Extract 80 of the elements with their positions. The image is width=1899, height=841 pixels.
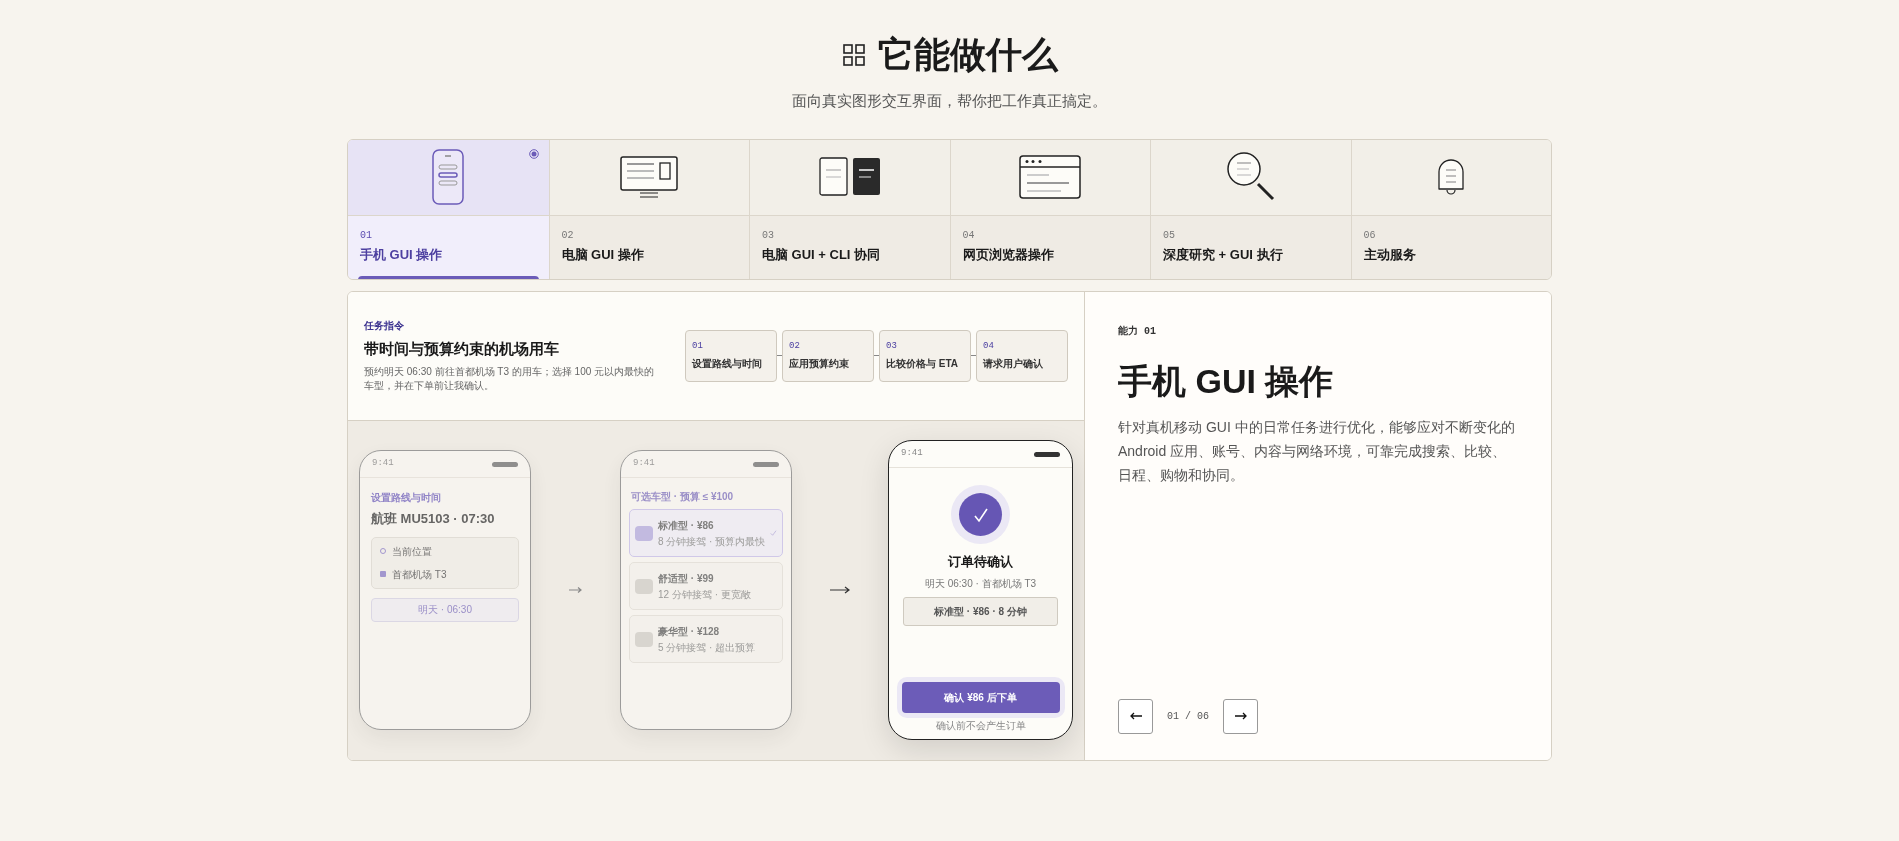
status-pill [1034, 451, 1060, 457]
tab-number: 02 [561, 228, 575, 243]
time-chip: 明天 · 06:30 [371, 597, 519, 622]
car-thumbnail [635, 578, 653, 594]
capability-tab[interactable]: 01 手机 GUI 操作 [348, 139, 549, 279]
tab-label: 电脑 GUI + CLI 协同 [762, 245, 882, 264]
tab-number: 06 [1363, 228, 1377, 243]
stop-label: 当前位置 [392, 544, 432, 559]
status-time: 9:41 [372, 457, 394, 471]
stop-label: 首都机场 T3 [392, 567, 447, 582]
task-eyebrow: 任务指令 [364, 318, 405, 333]
tab-label: 主动服务 [1363, 245, 1417, 264]
destination-square-icon [380, 571, 386, 577]
check-icon [770, 529, 777, 537]
magnifier-icon [1226, 152, 1275, 202]
tab-number: 01 [360, 228, 373, 243]
step-label: 比较价格与 ETA [886, 357, 960, 372]
bell-icon [1436, 158, 1467, 196]
tab-number: 03 [762, 228, 775, 243]
capability-eyebrow: 能力 01 [1118, 324, 1157, 339]
screen-eyebrow: 设置路线与时间 [371, 491, 442, 505]
previous-button[interactable] [1118, 698, 1153, 734]
tab-label: 深度研究 + GUI 执行 [1163, 245, 1284, 264]
step-number: 02 [789, 339, 801, 353]
tab-number: 04 [962, 228, 976, 243]
step-label: 请求用户确认 [983, 357, 1044, 372]
tab-number: 05 [1163, 228, 1176, 243]
pager-count: 01 / 06 [1167, 709, 1209, 724]
step-number: 01 [692, 339, 704, 353]
car-thumbnail [635, 631, 653, 647]
document-pair-icon [818, 157, 881, 197]
status-time: 9:41 [901, 447, 923, 461]
section-title: 它能做什么 [877, 33, 1058, 77]
capability-tab[interactable]: 05 深度研究 + GUI 执行 [1150, 139, 1351, 279]
phone-icon [432, 149, 465, 205]
capability-tab[interactable]: 06 主动服务 [1350, 139, 1551, 279]
order-summary: 标准型 · ¥86 · 8 分钟 [903, 596, 1058, 626]
tab-label: 电脑 GUI 操作 [561, 245, 645, 264]
confirm-note: 确认前不会产生订单 [935, 719, 1026, 733]
task-description: 预约明天 06:30 前往首都机场 T3 的用车；选择 100 元以内最快的车型，并在下单前让我确认。 [364, 365, 656, 394]
capability-description: 针对真机移动 GUI 中的日常任务进行优化，能够应对不断变化的 Android 应用、账号、内容与网络环境，可靠完成搜索、比较、日程、购物和协同。 [1118, 417, 1516, 485]
option-subtitle: 5 分钟接驾 · 超出预算 [658, 640, 757, 655]
browser-window-icon [1019, 155, 1082, 199]
step-number: 03 [886, 339, 898, 353]
task-title: 带时间与预算约束的机场用车 [364, 338, 560, 359]
option-title: 豪华型 · ¥128 [658, 624, 721, 639]
status-time: 9:41 [633, 457, 655, 471]
arrow-left-icon [1129, 712, 1142, 720]
arrow-right-icon [1234, 712, 1247, 720]
confirm-detail: 明天 06:30 · 首都机场 T3 [924, 576, 1037, 591]
capability-title: 手机 GUI 操作 [1118, 360, 1335, 401]
arrow-right-icon [830, 586, 850, 594]
grid-icon [841, 43, 866, 67]
capability-tab[interactable]: 04 网页浏览器操作 [949, 139, 1150, 279]
confirm-order-button[interactable]: 确认 ¥86 后下单 [901, 682, 1060, 713]
arrow-right-icon [569, 586, 582, 594]
check-icon [972, 506, 989, 523]
radio-dot-icon [528, 148, 539, 159]
next-button[interactable] [1223, 698, 1258, 734]
status-pill [753, 461, 779, 467]
step-label: 设置路线与时间 [692, 357, 763, 372]
confirm-title: 订单待确认 [948, 553, 1013, 571]
capability-tab[interactable]: 03 电脑 GUI + CLI 协同 [749, 139, 950, 279]
monitor-icon [620, 156, 679, 198]
options-header: 可选车型 · 预算 ≤ ¥100 [630, 490, 735, 504]
section-subtitle: 面向真实图形交互界面，帮你把工作真正搞定。 [792, 91, 1107, 111]
status-pill [492, 461, 518, 467]
capability-tab[interactable]: 02 电脑 GUI 操作 [548, 139, 749, 279]
flight-title: 航班 MU5103 · 07:30 [371, 510, 496, 528]
option-subtitle: 8 分钟接驾 · 预算内最快 [658, 534, 766, 549]
option-title: 标准型 · ¥86 [658, 518, 715, 533]
option-title: 舒适型 · ¥99 [658, 571, 715, 586]
ride-option[interactable]: 豪华型 · ¥128 5 分钟接驾 · 超出预算 [629, 615, 783, 663]
ride-option[interactable]: 舒适型 · ¥99 12 分钟接驾 · 更宽敞 [629, 562, 783, 610]
step-label: 应用预算约束 [789, 357, 850, 372]
tab-label: 网页浏览器操作 [962, 245, 1055, 264]
option-subtitle: 12 分钟接驾 · 更宽敞 [658, 587, 752, 602]
step-number: 04 [983, 339, 995, 353]
car-thumbnail [635, 525, 653, 541]
tab-label: 手机 GUI 操作 [360, 245, 444, 264]
